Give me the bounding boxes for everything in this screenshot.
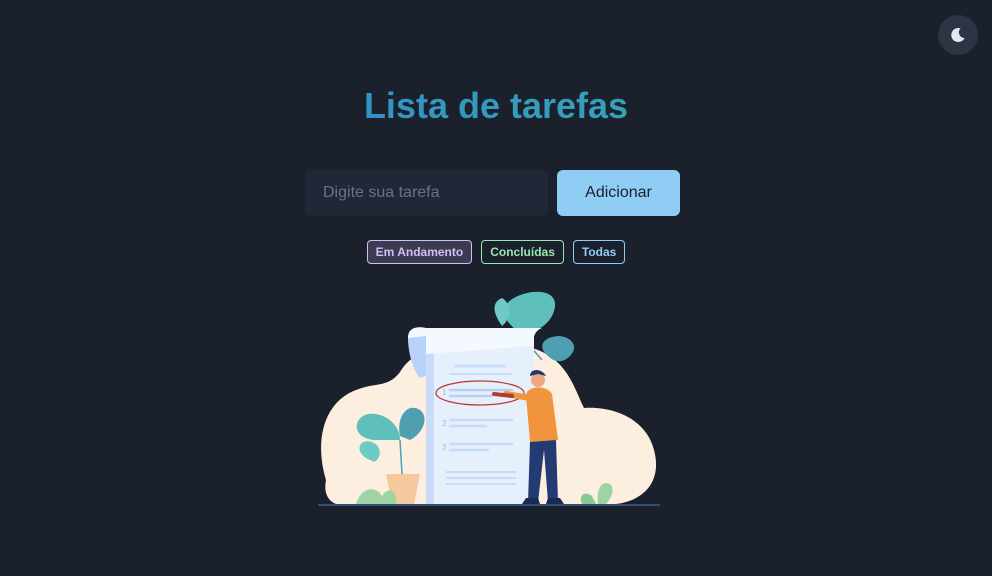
todo-list-illustration: 1 2 3	[318, 291, 660, 506]
theme-toggle-button[interactable]	[938, 15, 978, 55]
list-number-3: 3	[442, 443, 447, 452]
task-form: Adicionar	[305, 170, 680, 216]
list-number-2: 2	[442, 419, 447, 428]
list-number-1: 1	[442, 388, 447, 397]
page-title: Lista de tarefas	[0, 82, 992, 130]
filter-group: Em Andamento Concluídas Todas	[0, 240, 992, 264]
moon-icon	[951, 28, 965, 43]
add-task-button[interactable]: Adicionar	[557, 170, 680, 216]
page: Lista de tarefas Adicionar Em Andamento …	[0, 0, 992, 576]
filter-in-progress-button[interactable]: Em Andamento	[366, 240, 473, 264]
filter-completed-button[interactable]: Concluídas	[481, 240, 564, 264]
task-input[interactable]	[305, 170, 548, 216]
filter-all-button[interactable]: Todas	[572, 240, 626, 264]
